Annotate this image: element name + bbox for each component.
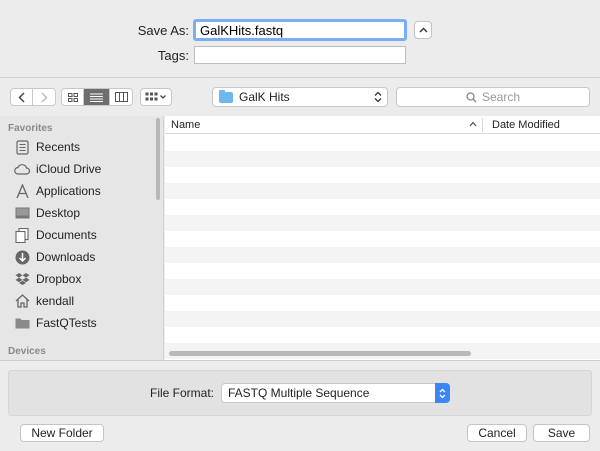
- sidebar-item-recents[interactable]: Recents: [14, 137, 80, 157]
- sidebar-item-fastqtests[interactable]: FastQTests: [14, 313, 97, 333]
- list-row: [165, 247, 600, 263]
- list-row: [165, 167, 600, 183]
- list-row: [165, 311, 600, 327]
- arrange-grid-icon: [145, 92, 166, 101]
- dropbox-icon: [14, 271, 30, 287]
- file-format-select[interactable]: FASTQ Multiple Sequence: [221, 383, 450, 403]
- list-row: [165, 199, 600, 215]
- new-folder-button[interactable]: New Folder: [20, 424, 104, 442]
- horizontal-scrollbar[interactable]: [169, 351, 471, 356]
- expand-dialog-button[interactable]: [414, 21, 432, 39]
- tags-label: Tags:: [157, 48, 189, 63]
- list-row: [165, 279, 600, 295]
- applications-icon: [14, 183, 30, 199]
- sidebar-item-label: Desktop: [36, 206, 81, 220]
- search-icon: [466, 91, 477, 102]
- sidebar-item-label: Downloads: [36, 250, 96, 264]
- folder-icon: [14, 315, 30, 331]
- sidebar: Favorites Recents iCloud Drive Applicati…: [0, 116, 164, 360]
- sidebar-item-dropbox[interactable]: Dropbox: [14, 269, 81, 289]
- list-row: [165, 263, 600, 279]
- sidebar-item-label: Recents: [36, 140, 81, 154]
- devices-heading: Devices: [8, 346, 46, 357]
- list-row: [165, 295, 600, 311]
- file-format-value: FASTQ Multiple Sequence: [228, 386, 370, 400]
- sidebar-item-label: iCloud Drive: [36, 162, 102, 176]
- search-field[interactable]: Search: [396, 87, 590, 107]
- sidebar-item-desktop[interactable]: Desktop: [14, 203, 80, 223]
- footer-divider: [0, 360, 600, 361]
- select-stepper: [435, 383, 450, 403]
- icon-grid-icon: [67, 92, 78, 102]
- header-divider: [0, 77, 600, 78]
- column-header-date-modified[interactable]: Date Modified: [492, 119, 560, 131]
- search-placeholder: Search: [481, 90, 521, 104]
- sidebar-scrollbar[interactable]: [156, 118, 160, 200]
- file-list: Name Date Modified: [165, 116, 600, 360]
- forward-button[interactable]: [33, 89, 55, 105]
- file-format-label: File Format:: [150, 386, 215, 400]
- view-mode-control: [61, 88, 133, 106]
- save-button[interactable]: Save: [533, 424, 590, 442]
- list-row: [165, 327, 600, 343]
- list-lines-icon: [90, 93, 103, 102]
- sidebar-item-downloads[interactable]: Downloads: [14, 247, 95, 267]
- group-arrange-button[interactable]: [140, 88, 172, 106]
- sidebar-item-applications[interactable]: Applications: [14, 181, 101, 201]
- location-label: GalK Hits: [239, 90, 290, 104]
- chevron-up-icon: [419, 27, 427, 33]
- list-view-button[interactable]: [84, 89, 110, 105]
- file-list-rows: [165, 135, 600, 359]
- location-popup[interactable]: GalK Hits: [212, 87, 388, 107]
- back-button[interactable]: [11, 89, 33, 105]
- sidebar-item-label: Documents: [36, 228, 97, 242]
- documents-icon: [14, 227, 30, 243]
- favorites-heading: Favorites: [8, 123, 53, 134]
- up-down-chevron-icon: [439, 388, 446, 398]
- desktop-icon: [14, 205, 30, 221]
- sidebar-item-label: Applications: [36, 184, 101, 198]
- up-down-chevron-icon: [374, 91, 382, 103]
- sort-ascending-icon: [469, 121, 477, 127]
- cloud-icon: [14, 161, 30, 177]
- sidebar-item-label: kendall: [36, 294, 75, 308]
- list-row: [165, 183, 600, 199]
- sidebar-item-documents[interactable]: Documents: [14, 225, 97, 245]
- cancel-button[interactable]: Cancel: [467, 424, 527, 442]
- tags-input[interactable]: [194, 46, 406, 64]
- downloads-icon: [14, 249, 30, 265]
- column-divider: [482, 118, 483, 132]
- chevron-left-icon: [18, 91, 25, 103]
- navigation-buttons: [10, 88, 56, 106]
- folder-icon: [219, 89, 233, 103]
- sidebar-item-kendall[interactable]: kendall: [14, 291, 74, 311]
- home-icon: [14, 293, 30, 309]
- recents-icon: [14, 139, 30, 155]
- sidebar-item-label: FastQTests: [36, 316, 97, 330]
- save-as-label: Save As:: [137, 23, 189, 38]
- list-row: [165, 151, 600, 167]
- icon-view-button[interactable]: [62, 89, 84, 105]
- column-header-name[interactable]: Name: [171, 119, 200, 131]
- column-view-button[interactable]: [110, 89, 132, 105]
- sidebar-item-icloud-drive[interactable]: iCloud Drive: [14, 159, 101, 179]
- list-row: [165, 231, 600, 247]
- chevron-right-icon: [40, 91, 48, 103]
- save-as-input[interactable]: [193, 19, 407, 41]
- sidebar-item-label: Dropbox: [36, 272, 82, 286]
- list-row: [165, 135, 600, 151]
- file-list-header: Name Date Modified: [165, 116, 600, 134]
- list-row: [165, 215, 600, 231]
- columns-icon: [114, 92, 128, 102]
